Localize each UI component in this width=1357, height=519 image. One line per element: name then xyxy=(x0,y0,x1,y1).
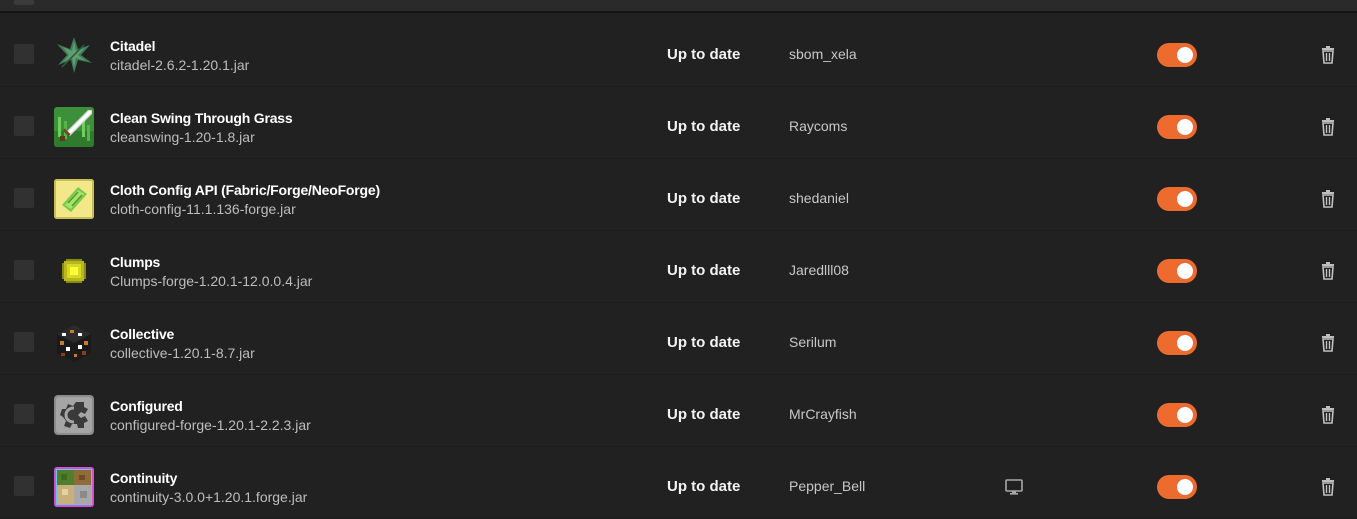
xp-orb-icon xyxy=(54,251,94,291)
configured-gear-icon xyxy=(54,395,94,435)
mod-status: Up to date xyxy=(667,46,741,63)
mod-status: Up to date xyxy=(667,478,741,495)
citadel-leaf-icon xyxy=(54,35,94,75)
mod-status: Up to date xyxy=(667,190,741,207)
trash-icon[interactable] xyxy=(1318,333,1338,353)
row-checkbox[interactable] xyxy=(14,404,34,424)
toggle-knob xyxy=(1177,263,1193,279)
mod-author: Raycoms xyxy=(789,118,848,134)
toggle-knob xyxy=(1177,335,1193,351)
enable-toggle[interactable] xyxy=(1157,259,1197,283)
list-header-bar xyxy=(0,0,1357,13)
mod-name: Citadel xyxy=(110,38,156,54)
enable-toggle[interactable] xyxy=(1157,43,1197,67)
trash-icon[interactable] xyxy=(1318,45,1338,65)
mod-author: Jaredlll08 xyxy=(789,262,849,278)
list-item: Citadel citadel-2.6.2-1.20.1.jar Up to d… xyxy=(0,15,1357,87)
collective-block-icon xyxy=(54,323,94,363)
toggle-knob xyxy=(1177,479,1193,495)
enable-toggle[interactable] xyxy=(1157,403,1197,427)
mod-name: Cloth Config API (Fabric/Forge/NeoForge) xyxy=(110,182,380,198)
client-monitor-icon xyxy=(1004,477,1024,497)
trash-icon[interactable] xyxy=(1318,117,1338,137)
list-item: Clean Swing Through Grass cleanswing-1.2… xyxy=(0,87,1357,159)
mod-filename: cleanswing-1.20-1.8.jar xyxy=(110,129,255,145)
row-checkbox[interactable] xyxy=(14,260,34,280)
row-checkbox[interactable] xyxy=(14,44,34,64)
enable-toggle[interactable] xyxy=(1157,187,1197,211)
toggle-knob xyxy=(1177,47,1193,63)
trash-icon[interactable] xyxy=(1318,405,1338,425)
mod-author: MrCrayfish xyxy=(789,406,857,422)
trash-icon[interactable] xyxy=(1318,189,1338,209)
list-item: Configured configured-forge-1.20.1-2.2.3… xyxy=(0,375,1357,447)
trash-icon[interactable] xyxy=(1318,477,1338,497)
mod-name: Clean Swing Through Grass xyxy=(110,110,293,126)
mod-name: Configured xyxy=(110,398,183,414)
mod-status: Up to date xyxy=(667,334,741,351)
list-item: Continuity continuity-3.0.0+1.20.1.forge… xyxy=(0,447,1357,519)
toggle-knob xyxy=(1177,119,1193,135)
row-checkbox[interactable] xyxy=(14,188,34,208)
mod-status: Up to date xyxy=(667,406,741,423)
enable-toggle[interactable] xyxy=(1157,475,1197,499)
mod-status: Up to date xyxy=(667,262,741,279)
list-item: Collective collective-1.20.1-8.7.jar Up … xyxy=(0,303,1357,375)
cloth-config-icon xyxy=(54,179,94,219)
mod-filename: cloth-config-11.1.136-forge.jar xyxy=(110,201,296,217)
mod-author: sbom_xela xyxy=(789,46,857,62)
sword-in-grass-icon xyxy=(54,107,94,147)
enable-toggle[interactable] xyxy=(1157,115,1197,139)
row-checkbox[interactable] xyxy=(14,476,34,496)
list-item: Clumps Clumps-forge-1.20.1-12.0.0.4.jar … xyxy=(0,231,1357,303)
row-checkbox[interactable] xyxy=(14,332,34,352)
mod-author: Pepper_Bell xyxy=(789,478,866,494)
mod-status: Up to date xyxy=(667,118,741,135)
toggle-knob xyxy=(1177,407,1193,423)
mod-filename: collective-1.20.1-8.7.jar xyxy=(110,345,255,361)
trash-icon[interactable] xyxy=(1318,261,1338,281)
mod-filename: continuity-3.0.0+1.20.1.forge.jar xyxy=(110,489,308,505)
row-checkbox[interactable] xyxy=(14,116,34,136)
mod-name: Collective xyxy=(110,326,175,342)
list-item: Cloth Config API (Fabric/Forge/NeoForge)… xyxy=(0,159,1357,231)
mod-filename: citadel-2.6.2-1.20.1.jar xyxy=(110,57,250,73)
enable-toggle[interactable] xyxy=(1157,331,1197,355)
continuity-blocks-icon xyxy=(54,467,94,507)
mod-filename: Clumps-forge-1.20.1-12.0.0.4.jar xyxy=(110,273,313,289)
mod-name: Clumps xyxy=(110,254,161,270)
mod-name: Continuity xyxy=(110,470,178,486)
mod-author: Serilum xyxy=(789,334,837,350)
mod-author: shedaniel xyxy=(789,190,849,206)
toggle-knob xyxy=(1177,191,1193,207)
mod-filename: configured-forge-1.20.1-2.2.3.jar xyxy=(110,417,311,433)
select-all-checkbox[interactable] xyxy=(14,0,34,5)
